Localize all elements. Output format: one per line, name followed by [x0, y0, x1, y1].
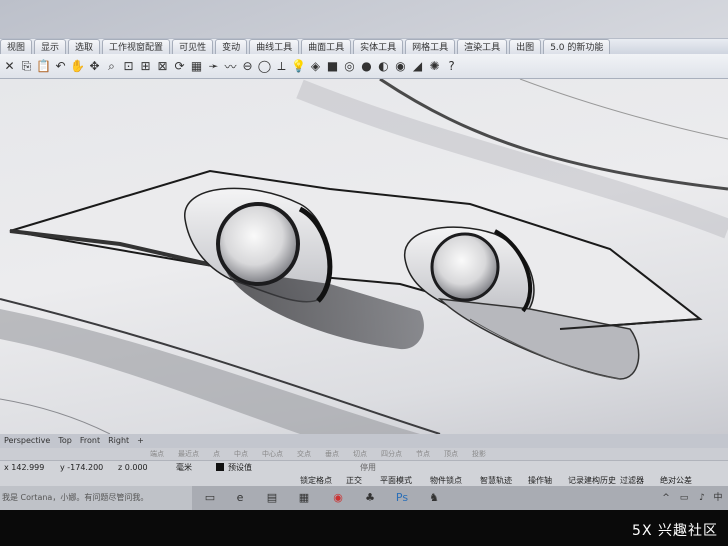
rhino-icon[interactable]: ♞: [426, 490, 442, 506]
cortana-search[interactable]: 我是 Cortana，小娜。有问题尽管问我。: [0, 486, 192, 510]
curve-icon[interactable]: 〰: [223, 59, 238, 74]
osnap-option[interactable]: 最近点: [178, 448, 199, 460]
tray-item[interactable]: ^: [660, 490, 672, 506]
copy-icon[interactable]: ⎘: [19, 59, 34, 74]
paste-icon[interactable]: 📋: [36, 59, 51, 74]
tray-item[interactable]: ♪: [696, 490, 708, 506]
rotate-view-icon[interactable]: ⟳: [172, 59, 187, 74]
viewport-tab[interactable]: +: [137, 434, 144, 448]
perspective-viewport[interactable]: [0, 79, 728, 434]
osnap-option[interactable]: 切点: [353, 448, 367, 460]
osnap-bar: 端点 最近点 点 中点 中心点 交点 垂点 切点 四分点 节点 顶点 投影: [0, 448, 728, 460]
osnap-option[interactable]: 点: [213, 448, 220, 460]
osnap-option[interactable]: 投影: [472, 448, 486, 460]
close-icon[interactable]: ✕: [2, 59, 17, 74]
monitor-screen: 视图 显示 选取 工作视窗配置 可见性 变动 曲线工具 曲面工具 实体工具 网格工具 渲染工具 出图 5…: [0, 0, 728, 510]
zoom-selected-icon[interactable]: ⊠: [155, 59, 170, 74]
edge-icon[interactable]: e: [232, 490, 248, 506]
viewport-tab[interactable]: Right: [108, 434, 129, 448]
tray-item[interactable]: ▭: [678, 490, 690, 506]
store-icon[interactable]: ▦: [296, 490, 312, 506]
viewport-tab[interactable]: Front: [80, 434, 100, 448]
status-bar: x 142.999 y -174.200 z 0.000 毫米 预设值 停用 锁…: [0, 460, 728, 487]
pan-hand-icon[interactable]: ✋: [70, 59, 85, 74]
material-icon[interactable]: ◉: [393, 59, 408, 74]
ribbon-tabs: 视图 显示 选取 工作视窗配置 可见性 变动 曲线工具 曲面工具 实体工具 网格工具 渲染工具 出图 5…: [0, 38, 728, 56]
sphere-icon[interactable]: ●: [359, 59, 374, 74]
help-icon[interactable]: ?: [444, 59, 459, 74]
explorer-icon[interactable]: ▤: [264, 490, 280, 506]
zoom-icon[interactable]: ⌕: [104, 59, 119, 74]
zoom-window-icon[interactable]: ⊡: [121, 59, 136, 74]
osnap-option[interactable]: 垂点: [325, 448, 339, 460]
settings-gear-icon[interactable]: ✺: [427, 59, 442, 74]
viewport-tabs: Perspective Top Front Right +: [0, 434, 728, 448]
undo-icon[interactable]: ↶: [53, 59, 68, 74]
osnap-option[interactable]: 顶点: [444, 448, 458, 460]
osnap-option[interactable]: 端点: [150, 448, 164, 460]
coord-y: y -174.200: [60, 463, 104, 472]
watermark: 5X 兴趣社区: [632, 523, 718, 539]
grid-icon[interactable]: ▦: [189, 59, 204, 74]
zoom-extents-icon[interactable]: ⊞: [138, 59, 153, 74]
tray-item[interactable]: 中: [712, 490, 724, 506]
task-view-icon[interactable]: ▭: [202, 490, 218, 506]
sphere-dark-icon[interactable]: ◐: [376, 59, 391, 74]
photoshop-icon[interactable]: Ps: [394, 490, 410, 506]
layer-color-swatch[interactable]: [216, 463, 224, 471]
coord-x: x 142.999: [4, 463, 45, 472]
render-icon[interactable]: ■: [325, 59, 340, 74]
osnap-option[interactable]: 四分点: [381, 448, 402, 460]
viewport-tab[interactable]: Perspective: [4, 434, 50, 448]
light-icon[interactable]: 💡: [291, 59, 306, 74]
color-wheel-icon[interactable]: ◎: [342, 59, 357, 74]
qq-icon[interactable]: ♣: [362, 490, 378, 506]
current-layer[interactable]: 预设值: [228, 461, 252, 474]
ellipse-icon[interactable]: ◯: [257, 59, 272, 74]
windows-taskbar: 我是 Cortana，小娜。有问题尽管问我。 ▭ e ▤ ▦ ◉ ♣ Ps ♞ …: [0, 486, 728, 510]
model-render: [0, 79, 728, 434]
osnap-option[interactable]: 中心点: [262, 448, 283, 460]
analyze-icon[interactable]: ⊖: [240, 59, 255, 74]
render-mode-icon[interactable]: ◢: [410, 59, 425, 74]
shade-icon[interactable]: ◈: [308, 59, 323, 74]
measure-icon[interactable]: ➛: [206, 59, 221, 74]
coord-z: z 0.000: [118, 463, 148, 472]
osnap-option[interactable]: 中点: [234, 448, 248, 460]
viewport-tab[interactable]: Top: [58, 434, 72, 448]
main-toolbar: ✕ ⎘ 📋 ↶ ✋ ✥ ⌕ ⊡ ⊞ ⊠ ⟳ ▦ ➛ 〰 ⊖ ◯ ⟂ 💡 ◈ ■ ◎ ● ◐ ◉ ◢ ✺?: [0, 54, 728, 79]
unit-label: 毫米: [176, 463, 192, 472]
osnap-option[interactable]: 节点: [416, 448, 430, 460]
netease-music-icon[interactable]: ◉: [330, 490, 346, 506]
osnap-option[interactable]: 交点: [297, 448, 311, 460]
move-icon[interactable]: ✥: [87, 59, 102, 74]
dimension-icon[interactable]: ⟂: [274, 59, 289, 74]
osnap-disable[interactable]: 停用: [360, 461, 376, 474]
